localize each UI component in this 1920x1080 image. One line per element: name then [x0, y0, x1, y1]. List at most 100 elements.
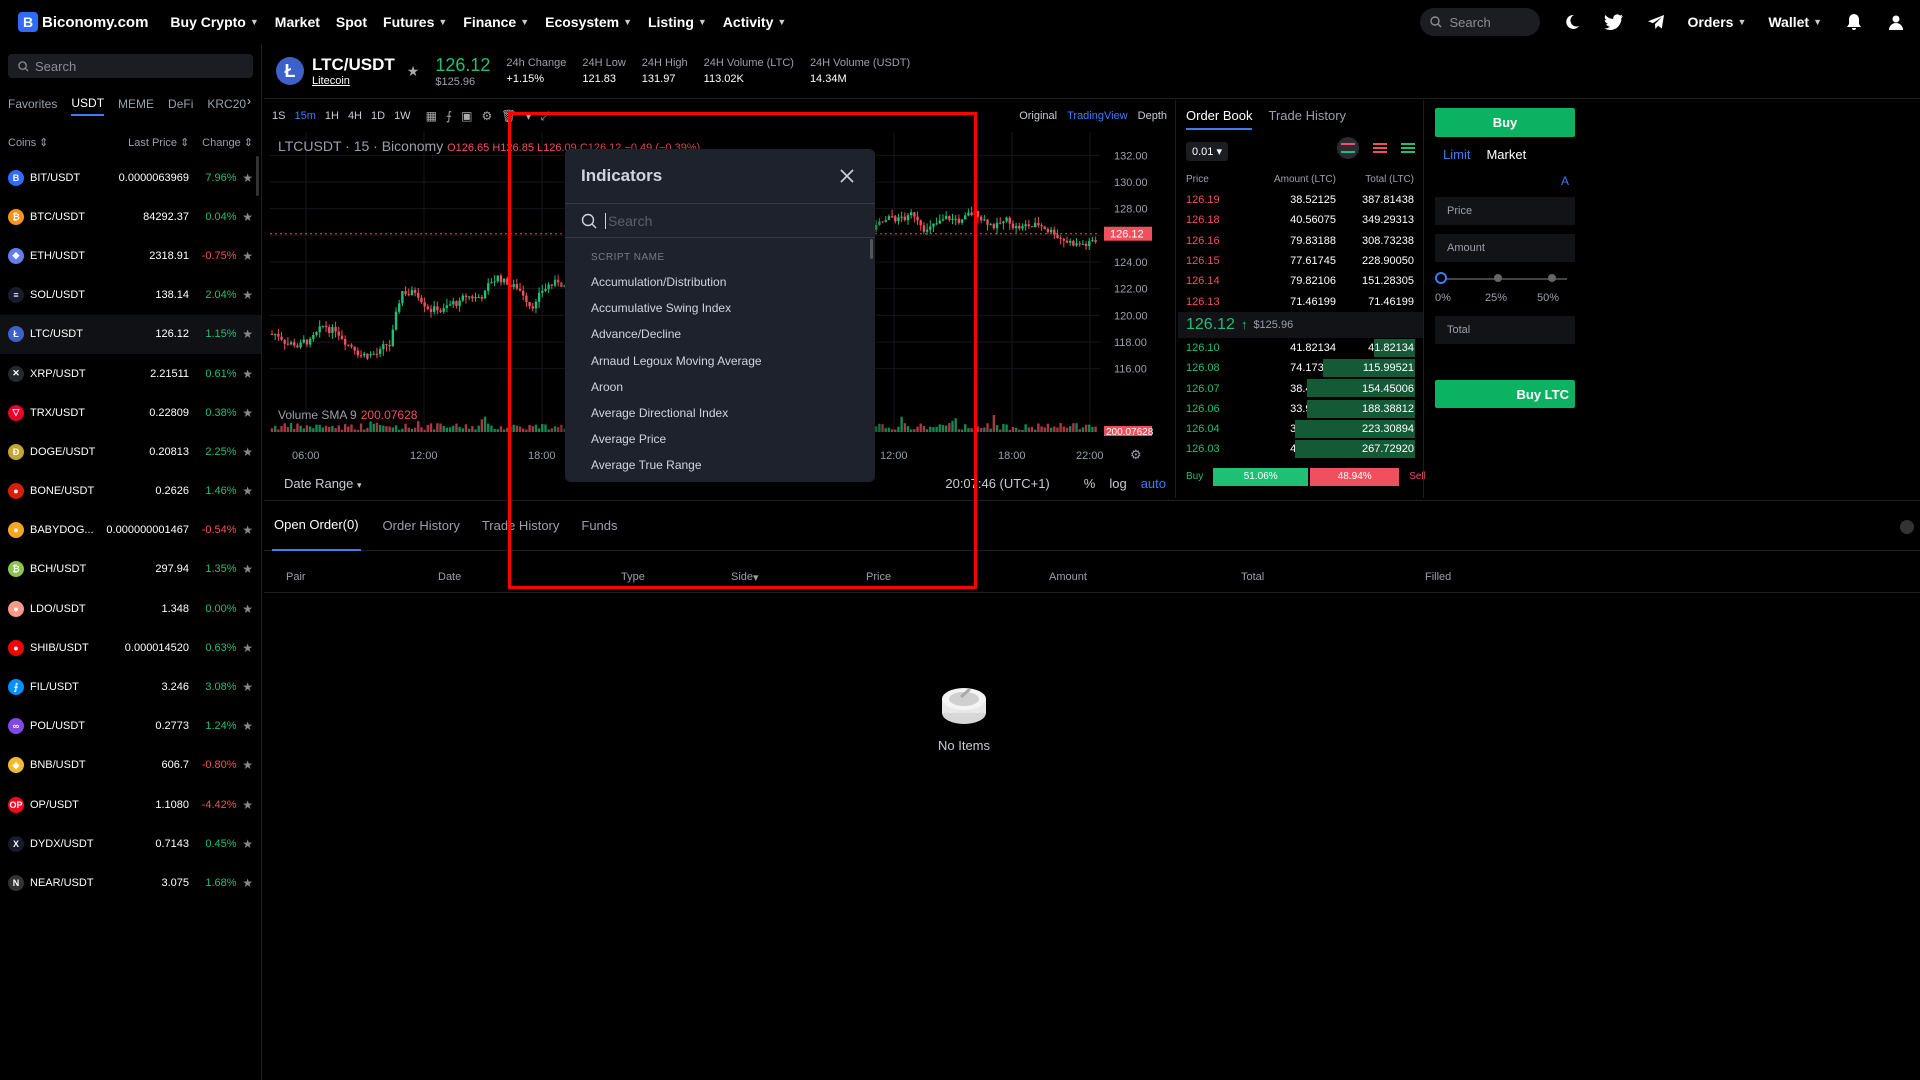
sidebar-scrollbar[interactable]	[256, 156, 259, 196]
fullscreen-icon[interactable]: ⤢	[541, 109, 551, 124]
indicator-item[interactable]: Accumulative Swing Index	[565, 295, 875, 321]
coin-row[interactable]: ₿ BCH/USDT 297.94 1.35% ★	[0, 550, 261, 589]
orders-menu[interactable]: Orders ▼	[1688, 14, 1747, 30]
favorite-star-icon[interactable]: ★	[237, 445, 253, 459]
indicator-item[interactable]: Average Directional Index	[565, 400, 875, 426]
ticker-coin-link[interactable]: Litecoin	[312, 75, 395, 87]
favorite-star-icon[interactable]: ★	[237, 680, 253, 694]
view-depth[interactable]: Depth	[1138, 110, 1167, 122]
coin-row[interactable]: ≡ SOL/USDT 138.14 2.04% ★	[0, 276, 261, 315]
favorite-star-icon[interactable]: ★	[237, 758, 253, 772]
auto-scale-toggle[interactable]: auto	[1141, 476, 1166, 491]
tab-trade-history[interactable]: Trade History	[482, 518, 560, 533]
favorite-star-icon[interactable]: ★	[237, 171, 253, 185]
bid-row[interactable]: 126.08 74.17388 115.99521	[1178, 358, 1423, 378]
coin-row[interactable]: ● SHIB/USDT 0.000014520 0.63% ★	[0, 628, 261, 667]
coin-row[interactable]: X DYDX/USDT 0.7143 0.45% ★	[0, 824, 261, 863]
favorite-star-icon[interactable]: ★	[237, 837, 253, 851]
theme-moon-icon[interactable]	[1562, 12, 1582, 32]
tab-order-history[interactable]: Order History	[383, 518, 460, 533]
coin-row[interactable]: ✕ XRP/USDT 2.21511 0.61% ★	[0, 354, 261, 393]
favorite-star-icon[interactable]: ★	[237, 719, 253, 733]
indicator-item[interactable]: Average Price	[565, 426, 875, 452]
tab-trade-history[interactable]: Trade History	[1268, 108, 1346, 130]
coin-row[interactable]: Ł LTC/USDT 126.12 1.15% ★	[0, 314, 261, 354]
indicator-list-scrollbar[interactable]	[870, 239, 873, 259]
coin-row[interactable]: ⨍ FIL/USDT 3.246 3.08% ★	[0, 667, 261, 706]
coin-row[interactable]: ● BONE/USDT 0.2626 1.46% ★	[0, 472, 261, 511]
close-icon[interactable]	[839, 168, 855, 184]
buy-tab[interactable]: Buy	[1435, 108, 1575, 137]
favorite-star-icon[interactable]: ★	[237, 210, 253, 224]
favorite-star-icon[interactable]: ★	[237, 249, 253, 263]
tab-defi[interactable]: DeFi	[168, 97, 193, 115]
ask-row[interactable]: 126.13 71.46199 71.46199	[1178, 291, 1423, 311]
telegram-icon[interactable]	[1646, 12, 1666, 32]
coin-row[interactable]: N NEAR/USDT 3.075 1.68% ★	[0, 863, 261, 902]
book-asks-view-icon[interactable]	[1373, 143, 1387, 153]
timeframe-1h[interactable]: 1H	[325, 110, 339, 122]
tab-krc20[interactable]: KRC20	[207, 97, 246, 115]
favorite-star-icon[interactable]: ★	[237, 367, 253, 381]
nav-search-input[interactable]: Search	[1419, 8, 1540, 36]
coin-row[interactable]: ● LDO/USDT 1.348 0.00% ★	[0, 589, 261, 628]
camera-icon[interactable]: ▣	[461, 109, 472, 123]
nav-activity[interactable]: Activity ▼	[723, 14, 787, 30]
timeframe-1s[interactable]: 1S	[272, 110, 285, 122]
trash-icon[interactable]: 🗑	[501, 109, 516, 123]
favorite-star-icon[interactable]: ★	[237, 406, 253, 420]
slider-stop-50[interactable]	[1548, 274, 1556, 282]
indicator-item[interactable]: Accumulation/Distribution	[565, 269, 875, 295]
buy-ltc-button[interactable]: Buy LTC	[1435, 380, 1575, 408]
nav-finance[interactable]: Finance ▼	[463, 14, 529, 30]
coin-row[interactable]: ◆ BNB/USDT 606.7 -0.80% ★	[0, 746, 261, 785]
favorite-star-icon[interactable]: ★	[237, 602, 253, 616]
amount-slider[interactable]	[1435, 272, 1567, 284]
indicator-item[interactable]: Aroon	[565, 374, 875, 400]
ask-row[interactable]: 126.19 38.52125 387.81438	[1178, 190, 1423, 210]
chevron-down-icon[interactable]: ▾	[526, 109, 532, 123]
indicator-item[interactable]: Average True Range	[565, 452, 875, 478]
coin-row[interactable]: B BIT/USDT 0.0000063969 7.96% ★	[0, 158, 261, 197]
coin-row[interactable]: ◆ ETH/USDT 2318.91 -0.75% ★	[0, 236, 261, 275]
book-both-view-icon[interactable]	[1337, 137, 1359, 159]
change-sort-header[interactable]: Change ⇕	[189, 136, 253, 149]
tab-order-book[interactable]: Order Book	[1186, 108, 1253, 130]
nav-listing[interactable]: Listing ▼	[648, 14, 707, 30]
precision-select[interactable]: 0.01 ▾	[1186, 141, 1228, 161]
indicator-fx-icon[interactable]: ⨍	[446, 109, 452, 123]
nav-spot[interactable]: Spot	[336, 14, 367, 30]
ask-row[interactable]: 126.18 40.56075 349.29313	[1178, 210, 1423, 230]
timeframe-1w[interactable]: 1W	[394, 110, 411, 122]
bid-row[interactable]: 126.0344.42025267.72920	[1178, 439, 1423, 459]
chart-settings-icon[interactable]: ⚙	[1130, 448, 1142, 463]
timeframe-1d[interactable]: 1D	[371, 110, 385, 122]
coins-sort-header[interactable]: Coins ⇕	[8, 136, 96, 149]
tab-usdt[interactable]: USDT	[71, 96, 105, 116]
timeframe-15m[interactable]: 15m	[294, 110, 315, 122]
view-original[interactable]: Original	[1019, 110, 1057, 122]
price-sort-header[interactable]: Last Price ⇕	[96, 136, 189, 149]
book-bids-view-icon[interactable]	[1401, 143, 1415, 153]
site-logo[interactable]: B Biconomy.com	[18, 12, 148, 32]
favorite-star-icon[interactable]: ★	[237, 876, 253, 890]
bid-row[interactable]: 126.0738.45485154.45006	[1178, 378, 1423, 398]
tab-meme[interactable]: MEME	[118, 97, 154, 115]
date-range-button[interactable]: Date Range ▾	[284, 476, 362, 491]
chevron-down-icon[interactable]: ▾	[753, 571, 759, 584]
bid-row[interactable]: 126.0633.93805188.38812	[1178, 399, 1423, 419]
ask-row[interactable]: 126.14 79.82106 151.28305	[1178, 271, 1423, 291]
favorite-star-icon[interactable]: ★	[237, 641, 253, 655]
coin-row[interactable]: ● BABYDOG... 0.000000001467 -0.54% ★	[0, 511, 261, 550]
tab-funds[interactable]: Funds	[581, 518, 617, 533]
view-tradingview[interactable]: TradingView	[1067, 110, 1128, 122]
market-tab[interactable]: Market	[1486, 147, 1526, 162]
tab-open-order-0[interactable]: Open Order(0)	[272, 501, 361, 551]
wallet-menu[interactable]: Wallet ▼	[1768, 14, 1822, 30]
column-side[interactable]: Side	[731, 571, 753, 583]
favorite-star-icon[interactable]: ★	[237, 562, 253, 576]
coin-row[interactable]: ▽ TRX/USDT 0.22809 0.38% ★	[0, 393, 261, 432]
indicator-item[interactable]: Arnaud Legoux Moving Average	[565, 348, 875, 374]
chart-type-icon[interactable]: ▦	[426, 109, 437, 123]
indicator-item[interactable]: Advance/Decline	[565, 321, 875, 347]
